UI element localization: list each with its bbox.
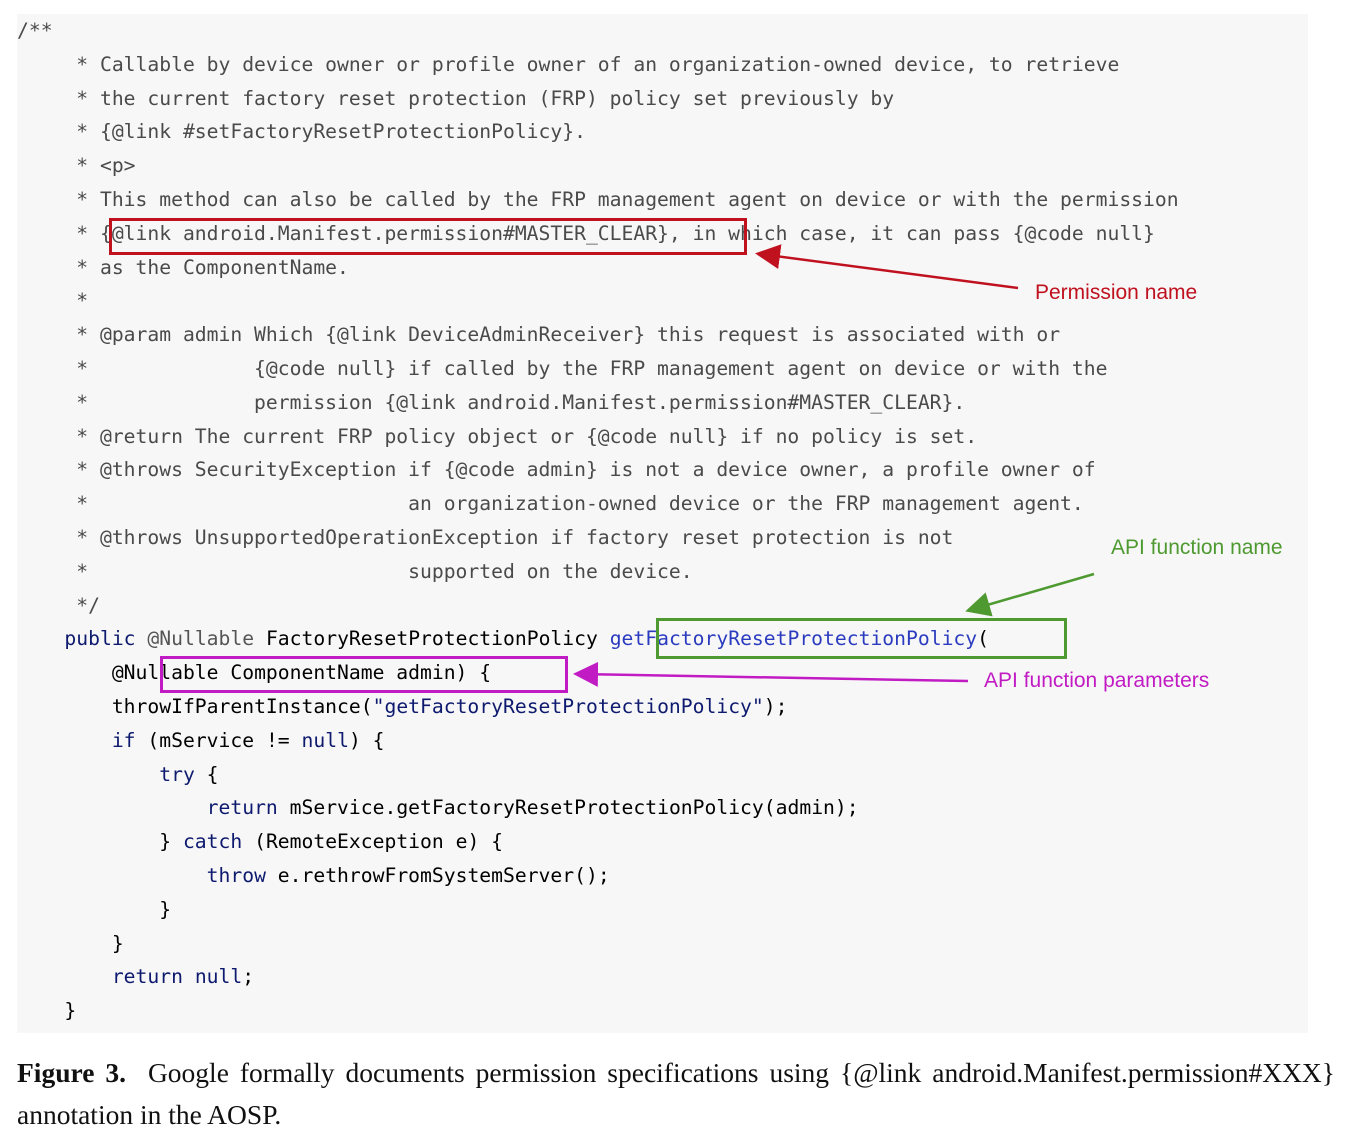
- code-line: }: [17, 897, 172, 921]
- code-line: throwIfParentInstance("getFactoryResetPr…: [111, 695, 788, 718]
- code-line: throw e.rethrowFromSystemServer();: [206, 864, 610, 887]
- keyword-token: catch: [182, 830, 243, 854]
- keyword-token: try: [159, 762, 195, 786]
- code-line: * <p>: [17, 154, 136, 178]
- code-line: try {: [159, 762, 219, 786]
- figure-caption-label: Figure 3.: [17, 1057, 126, 1088]
- code-line: * {@link #setFactoryResetProtectionPolic…: [17, 120, 586, 144]
- code-line: } catch (RemoteException e) {: [17, 830, 504, 854]
- code-line: * an organization-owned device or the FR…: [17, 492, 1084, 516]
- permission-name-label: Permission name: [1035, 281, 1198, 304]
- code-line: * supported on the device.: [17, 559, 693, 583]
- keyword-token: return: [206, 796, 278, 820]
- code-token: getFactoryResetProtectionPolicy: [396, 796, 764, 820]
- code-line: * @throws UnsupportedOperationException …: [17, 526, 954, 549]
- permission-name-highlight: [109, 218, 747, 255]
- code-token: mService: [289, 796, 385, 820]
- annotation-token: @Nullable: [147, 627, 255, 651]
- code-line: }: [17, 931, 124, 955]
- keyword-token: null: [301, 728, 349, 752]
- string-token: "getFactoryResetProtectionPolicy": [372, 695, 764, 718]
- code-line: return null;: [111, 965, 255, 989]
- code-token: e: [277, 864, 290, 887]
- code-line: * @throws SecurityException if {@code ad…: [17, 458, 1096, 482]
- code-line: * @return The current FRP policy object …: [17, 424, 978, 448]
- code-token: throwIfParentInstance: [111, 695, 361, 718]
- code-line: * This method can also be called by the …: [17, 188, 1179, 211]
- api-function-name-label: API function name: [1111, 536, 1283, 559]
- code-line: *: [17, 289, 89, 313]
- code-line: * the current factory reset protection (…: [17, 86, 895, 110]
- api-function-name-highlight: [656, 618, 1067, 659]
- code-line: }: [17, 999, 77, 1023]
- keyword-token: if: [111, 728, 136, 752]
- code-line: * {@code null} if called by the FRP mana…: [17, 357, 1108, 380]
- keyword-token: null: [194, 965, 243, 989]
- code-token: admin: [775, 796, 835, 820]
- code-line: * @param admin Which {@link DeviceAdminR…: [17, 323, 1061, 347]
- code-line: * as the ComponentName.: [17, 255, 349, 279]
- keyword-token: return: [111, 965, 183, 989]
- code-line: * Callable by device owner or profile ow…: [17, 52, 1120, 76]
- figure-caption-text: Google formally documents permission spe…: [17, 1057, 1335, 1130]
- code-token: RemoteException: [265, 830, 444, 854]
- keyword-token: throw: [206, 864, 266, 887]
- code-line: return mService.getFactoryResetProtectio…: [206, 796, 859, 820]
- code-token: rethrowFromSystemServer: [301, 864, 575, 887]
- code-token: e: [455, 830, 468, 854]
- code-token: mService: [159, 728, 255, 752]
- api-function-parameters-label: API function parameters: [984, 669, 1210, 692]
- code-line: /**: [17, 19, 53, 42]
- code-line: if (mService != null) {: [111, 728, 385, 752]
- keyword-token: public: [64, 627, 136, 651]
- code-line: */: [17, 593, 100, 617]
- figure-caption: Figure 3. Google formally documents perm…: [17, 1052, 1335, 1136]
- code-line: * permission {@link android.Manifest.per…: [17, 390, 966, 414]
- api-function-parameters-highlight: [160, 656, 568, 693]
- code-panel: /** * Callable by device owner or profil…: [17, 14, 1308, 1033]
- return-type-token: FactoryResetProtectionPolicy: [265, 627, 610, 651]
